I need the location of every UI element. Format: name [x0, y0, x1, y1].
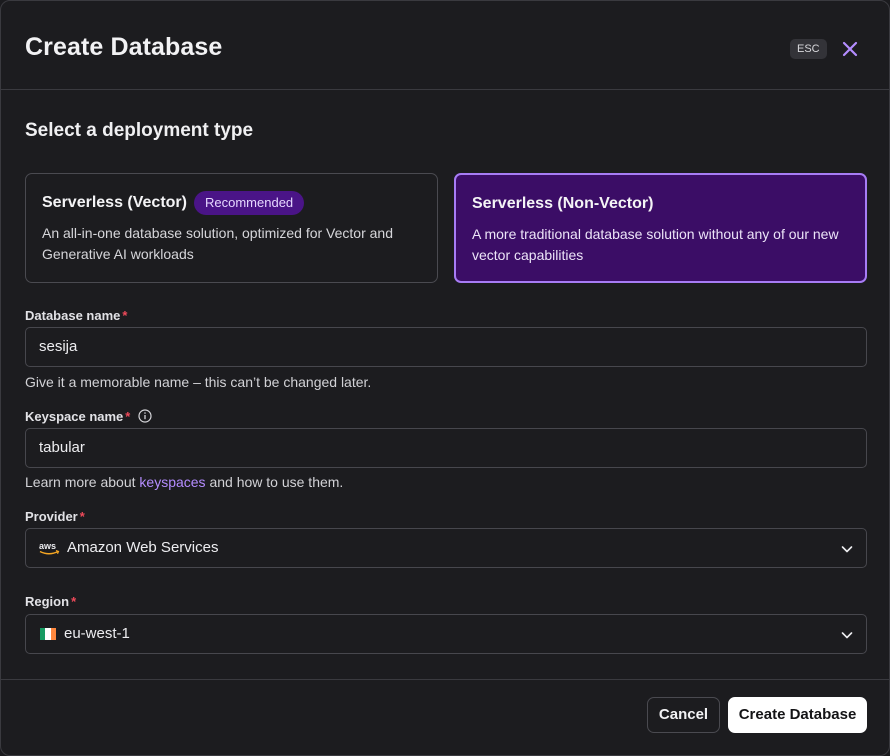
recommended-badge: Recommended: [194, 191, 305, 215]
provider-select[interactable]: aws Amazon Web Services: [25, 528, 867, 568]
database-name-label: Database name *: [25, 308, 128, 323]
deployment-option-description: A more traditional database solution wit…: [472, 226, 839, 263]
aws-logo-icon: aws: [39, 541, 60, 555]
required-mark: *: [125, 409, 131, 424]
required-mark: *: [71, 594, 77, 609]
deployment-option-description: An all-in-one database solution, optimiz…: [42, 225, 393, 262]
dialog-title: Create Database: [25, 33, 223, 61]
dialog-header: Create Database ESC: [1, 1, 889, 90]
deployment-option-title: Serverless (Non-Vector): [472, 195, 654, 212]
info-icon[interactable]: [138, 409, 152, 423]
provider-label: Provider *: [25, 509, 85, 524]
create-database-button[interactable]: Create Database: [728, 697, 867, 733]
required-mark: *: [79, 509, 85, 524]
region-select[interactable]: eu-west-1: [25, 614, 867, 654]
create-database-dialog: Create Database ESC Select a deployment …: [0, 0, 890, 756]
deployment-option-serverless-non-vector[interactable]: Serverless (Non-Vector) A more tradition…: [454, 173, 867, 283]
close-icon[interactable]: [839, 38, 861, 60]
dialog-footer: Cancel Create Database: [1, 679, 889, 755]
ireland-flag-icon: [40, 628, 56, 640]
region-label: Region *: [25, 594, 77, 609]
keyspace-name-input[interactable]: tabular: [25, 428, 867, 468]
svg-text:aws: aws: [39, 541, 56, 551]
deployment-type-heading: Select a deployment type: [25, 120, 254, 141]
esc-hint-badge: ESC: [790, 39, 827, 59]
keyspaces-link[interactable]: keyspaces: [139, 474, 205, 490]
deployment-option-serverless-vector[interactable]: Serverless (Vector) Recommended An all-i…: [25, 173, 438, 283]
database-name-input[interactable]: sesija: [25, 327, 867, 367]
required-mark: *: [122, 308, 128, 323]
chevron-down-icon: [841, 546, 853, 553]
keyspace-help: Learn more about keyspaces and how to us…: [25, 474, 344, 490]
keyspace-name-label: Keyspace name *: [25, 409, 131, 424]
database-name-help: Give it a memorable name – this can’t be…: [25, 374, 372, 390]
deployment-option-title: Serverless (Vector): [42, 194, 187, 211]
provider-value: Amazon Web Services: [67, 539, 219, 556]
region-value: eu-west-1: [64, 625, 130, 642]
chevron-down-icon: [841, 632, 853, 639]
cancel-button[interactable]: Cancel: [647, 697, 720, 733]
